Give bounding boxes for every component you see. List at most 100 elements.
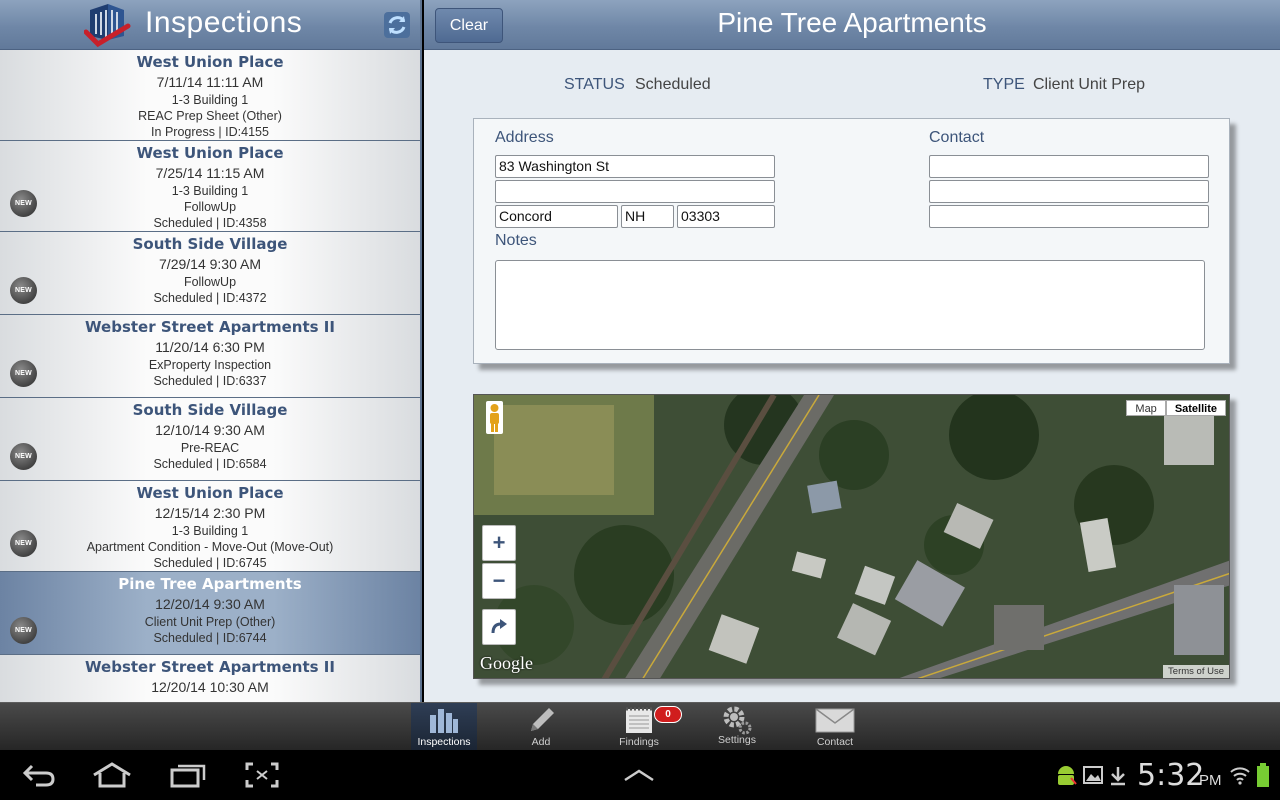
inspection-date: 7/25/14 11:15 AM (155, 165, 265, 181)
inspection-detail-line: Scheduled | ID:4358 (153, 216, 267, 230)
terms-of-use-link[interactable]: Terms of Use (1163, 665, 1229, 678)
address-label: Address (495, 129, 554, 146)
type-label: TYPE (983, 76, 1025, 93)
tab-add[interactable]: Add (508, 703, 574, 751)
inspection-list-item[interactable]: South Side Village 12/10/14 9:30 AM Pre-RE… (0, 398, 420, 481)
contact-label: Contact (929, 129, 985, 146)
home-icon[interactable] (92, 762, 132, 788)
inspection-list-item[interactable]: West Union Place 7/25/14 11:15 AM 1-3 Buil… (0, 141, 420, 232)
contact-line2-field[interactable] (929, 180, 1209, 203)
new-badge-icon: NEW (10, 530, 37, 557)
inspection-detail-line: Apartment Condition - Move-Out (Move-Out… (86, 540, 334, 554)
type-value: Client Unit Prep (1033, 76, 1146, 93)
system-navigation-bar: 5:32 PM (0, 750, 1280, 800)
new-badge-icon: NEW (10, 277, 37, 304)
tab-inspections-label: Inspections (417, 736, 471, 748)
recent-apps-icon[interactable] (170, 762, 206, 788)
inspection-detail-line: Scheduled | ID:4372 (153, 291, 267, 305)
city-field[interactable]: Concord (495, 205, 618, 228)
details-form: Address Contact 83 Washington St Concord… (473, 118, 1230, 364)
inspection-date: 12/10/14 9:30 AM (155, 422, 265, 438)
contact-line3-field[interactable] (929, 205, 1209, 228)
inspection-property-name: South Side Village (132, 401, 288, 419)
tab-settings-label: Settings (718, 734, 756, 746)
inspection-date: 12/15/14 2:30 PM (154, 505, 266, 521)
notes-field[interactable] (495, 260, 1205, 350)
tab-findings[interactable]: 0 Findings (606, 703, 682, 751)
android-debug-icon (1058, 766, 1077, 785)
inspection-property-name: Webster Street Apartments II (85, 658, 335, 676)
inspection-list-item[interactable]: West Union Place 12/15/14 2:30 PM 1-3 Buil… (0, 481, 420, 572)
inspection-date: 11/20/14 6:30 PM (155, 339, 265, 355)
new-badge-icon: NEW (10, 360, 37, 387)
new-badge-icon: NEW (10, 190, 37, 217)
inspection-list-item[interactable]: Webster Street Apartments II 12/20/14 10:… (0, 655, 420, 702)
app-logo-icon (84, 4, 131, 48)
inspection-detail-line: Scheduled | ID:6337 (153, 374, 267, 388)
inspection-list-item[interactable]: West Union Place 7/11/14 11:11 AM 1-3 Buil… (0, 50, 420, 141)
inspection-date: 12/20/14 10:30 AM (151, 679, 269, 695)
inspection-detail-line: Scheduled | ID:6745 (153, 556, 267, 570)
inspection-detail-line: FollowUp (183, 200, 237, 214)
refresh-icon[interactable] (384, 12, 410, 38)
tab-settings[interactable]: Settings (704, 703, 770, 751)
back-icon[interactable] (22, 762, 56, 788)
inspection-property-name: West Union Place (136, 144, 284, 162)
inspection-detail-line: ExProperty Inspection (148, 358, 272, 372)
inspection-detail-line: Client Unit Prep (Other) (144, 615, 276, 629)
new-badge-icon: NEW (10, 443, 37, 470)
map-type-satellite-button[interactable]: Satellite (1165, 400, 1226, 416)
tab-contact[interactable]: Contact (802, 703, 868, 751)
map-imagery[interactable] (474, 395, 1230, 679)
tab-contact-label: Contact (816, 736, 854, 748)
satellite-map[interactable]: Map Satellite + − Google Terms of Use (473, 394, 1230, 679)
inspections-tab-icon (430, 709, 458, 733)
inspection-list-item[interactable]: Pine Tree Apartments 12/20/14 9:30 AM Clie… (0, 572, 420, 655)
pencil-icon (531, 708, 554, 731)
zip-field[interactable]: 03303 (677, 205, 775, 228)
inspection-detail-line: FollowUp (183, 275, 237, 289)
status-label: STATUS (564, 76, 625, 93)
gear-icon (723, 706, 752, 735)
notes-label: Notes (495, 232, 537, 249)
tab-inspections[interactable]: Inspections (411, 703, 477, 751)
inspection-detail-line: Scheduled | ID:6584 (153, 457, 267, 471)
inspection-property-name: Webster Street Apartments II (85, 318, 335, 336)
inspection-detail-line: In Progress | ID:4155 (151, 125, 269, 139)
status-value: Scheduled (635, 76, 711, 93)
screenshot-icon[interactable] (245, 762, 279, 788)
rotate-icon (491, 619, 507, 634)
address-line2-field[interactable] (495, 180, 775, 203)
tab-add-label: Add (531, 736, 551, 748)
inspection-property-name: Pine Tree Apartments (118, 575, 302, 593)
system-clock-ampm: PM (1199, 772, 1222, 789)
inspection-detail-line: REAC Prep Sheet (Other) (138, 109, 282, 123)
battery-icon (1257, 763, 1269, 787)
notepad-icon (626, 707, 652, 733)
zoom-out-button[interactable]: − (482, 563, 516, 599)
gallery-icon (1083, 766, 1103, 784)
detail-header: Clear Pine Tree Apartments (424, 0, 1280, 50)
address-line1-field[interactable]: 83 Washington St (495, 155, 775, 178)
panel-title: Inspections (145, 6, 303, 39)
inspection-detail-line: 1-3 Building 1 (171, 93, 249, 107)
contact-line1-field[interactable] (929, 155, 1209, 178)
inspection-list-item[interactable]: South Side Village 7/29/14 9:30 AM FollowU… (0, 232, 420, 315)
inspection-date: 7/11/14 11:11 AM (156, 74, 264, 90)
inspections-header: Inspections (0, 0, 420, 50)
zoom-in-button[interactable]: + (482, 525, 516, 561)
chevron-up-icon[interactable] (623, 768, 655, 782)
inspection-list-item[interactable]: Webster Street Apartments II 11/20/14 6:3… (0, 315, 420, 398)
rotate-button[interactable] (482, 609, 516, 645)
map-type-control: Map Satellite (1126, 400, 1226, 416)
map-type-map-button[interactable]: Map (1126, 400, 1166, 416)
google-logo: Google (480, 653, 533, 673)
inspection-date: 12/20/14 9:30 AM (155, 596, 265, 612)
inspection-detail-line: Pre-REAC (180, 441, 240, 455)
system-clock: 5:32 (1137, 758, 1205, 793)
inspections-panel: Inspections West Union Place 7/11/14 11:1… (0, 0, 422, 702)
new-badge-icon: NEW (10, 617, 37, 644)
inspection-date: 7/29/14 9:30 AM (159, 256, 261, 272)
street-view-pegman-icon[interactable] (486, 401, 503, 434)
state-field[interactable]: NH (621, 205, 674, 228)
